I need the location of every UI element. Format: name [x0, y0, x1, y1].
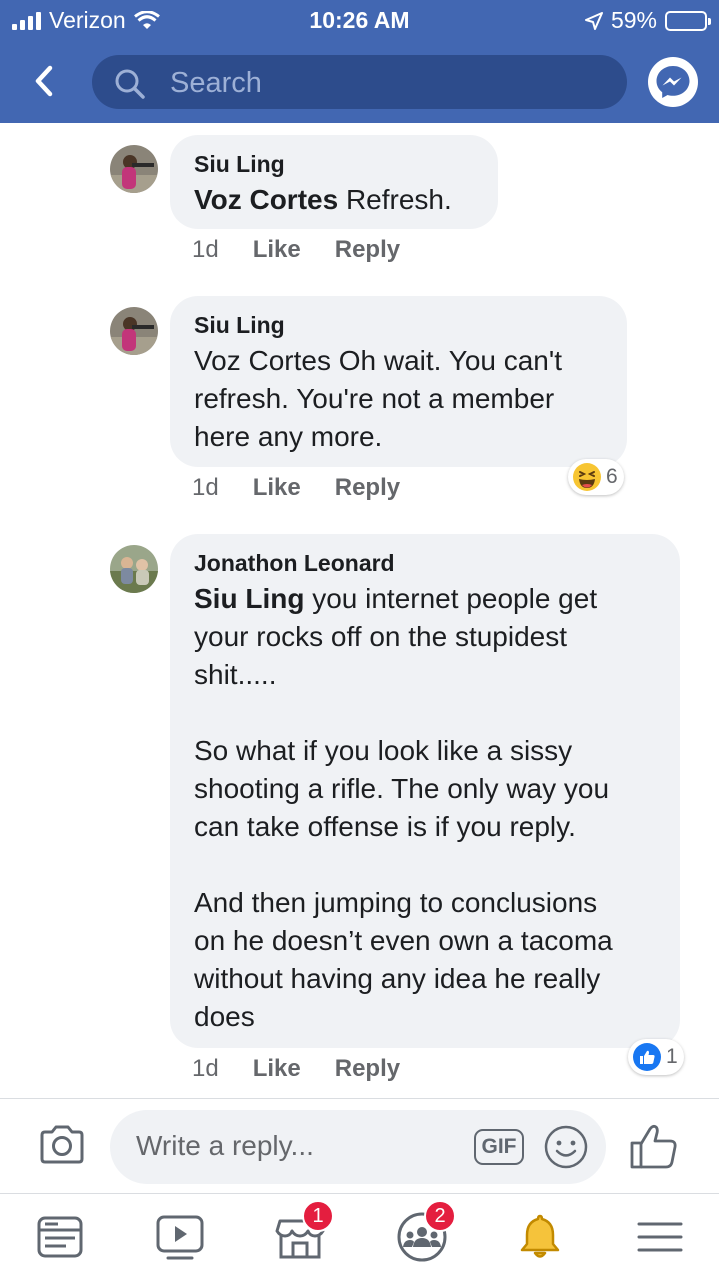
- comment-time: 1d: [192, 236, 219, 263]
- reaction-summary[interactable]: 6: [568, 459, 624, 495]
- tab-menu[interactable]: [630, 1207, 690, 1267]
- comment-mention[interactable]: Siu Ling: [194, 583, 304, 614]
- reply-placeholder: Write a reply...: [136, 1130, 314, 1161]
- comment-mention[interactable]: Voz Cortes: [194, 184, 338, 215]
- messenger-button[interactable]: [648, 57, 698, 107]
- like-icon: [633, 1043, 661, 1071]
- comment-body: Voz Cortes Oh wait. You can't refresh. Y…: [194, 345, 563, 452]
- messenger-icon: [656, 66, 690, 98]
- tab-news-feed[interactable]: [30, 1207, 90, 1267]
- reaction-count: 6: [606, 465, 618, 488]
- search-input[interactable]: Search: [92, 55, 627, 109]
- tab-groups[interactable]: 2: [392, 1200, 456, 1267]
- reply-link[interactable]: Reply: [335, 474, 400, 502]
- status-right: 59%: [584, 7, 711, 34]
- haha-icon: [573, 463, 601, 491]
- comment-bubble: Siu Ling Voz Cortes Oh wait. You can't r…: [170, 296, 627, 467]
- avatar[interactable]: [110, 145, 158, 193]
- comment-body: you internet people get your rocks off o…: [194, 583, 613, 1032]
- tab-notifications[interactable]: [510, 1207, 570, 1267]
- like-link[interactable]: Like: [253, 236, 301, 264]
- back-arrow-icon: [35, 65, 53, 97]
- reply-link[interactable]: Reply: [335, 1055, 400, 1083]
- reply-composer: Write a reply... GIF: [0, 1098, 719, 1194]
- camera-button[interactable]: [38, 1121, 86, 1169]
- thumbs-up-button[interactable]: [628, 1121, 680, 1173]
- comment-text: Voz Cortes Refresh.: [194, 181, 452, 219]
- location-arrow-icon: [584, 11, 603, 30]
- comment-time: 1d: [192, 1055, 219, 1082]
- bottom-tab-bar: 1 2: [0, 1195, 719, 1279]
- comment-body: Refresh.: [338, 184, 452, 215]
- tab-marketplace[interactable]: 1: [270, 1200, 334, 1267]
- reaction-count: 1: [666, 1045, 678, 1068]
- like-link[interactable]: Like: [253, 474, 301, 502]
- smiley-icon: [544, 1125, 588, 1169]
- comment-actions: 1d Like Reply: [192, 1055, 400, 1083]
- camera-icon: [40, 1125, 84, 1164]
- comment-time: 1d: [192, 474, 219, 501]
- profile-photo-icon: [110, 545, 158, 593]
- comment-bubble: Jonathon Leonard Siu Ling you internet p…: [170, 534, 680, 1048]
- notification-badge: 2: [424, 1200, 456, 1232]
- back-button[interactable]: [28, 62, 62, 102]
- comment-text: Siu Ling you internet people get your ro…: [194, 580, 613, 1036]
- hamburger-menu-icon: [637, 1222, 683, 1252]
- comment-author[interactable]: Jonathon Leonard: [194, 550, 395, 577]
- avatar[interactable]: [110, 545, 158, 593]
- bell-icon: [520, 1214, 560, 1258]
- reply-link[interactable]: Reply: [335, 236, 400, 264]
- tab-watch[interactable]: [150, 1207, 210, 1267]
- emoji-button[interactable]: [543, 1124, 589, 1170]
- comment-actions: 1d Like Reply: [192, 474, 400, 502]
- reply-input[interactable]: Write a reply... GIF: [110, 1110, 606, 1184]
- comment-actions: 1d Like Reply: [192, 236, 400, 264]
- battery-icon: [665, 10, 711, 31]
- notification-badge: 1: [302, 1200, 334, 1232]
- comment-bubble: Siu Ling Voz Cortes Refresh.: [170, 135, 498, 229]
- reaction-summary[interactable]: 1: [628, 1039, 684, 1075]
- search-placeholder: Search: [170, 67, 262, 99]
- profile-photo-icon: [110, 145, 158, 193]
- status-bar: Verizon 10:26 AM 59%: [0, 0, 719, 40]
- battery-percent: 59%: [610, 7, 657, 33]
- watch-video-icon: [156, 1215, 204, 1260]
- like-link[interactable]: Like: [253, 1055, 301, 1083]
- news-feed-icon: [37, 1216, 83, 1258]
- avatar[interactable]: [110, 307, 158, 355]
- thumbs-up-icon: [630, 1124, 677, 1169]
- profile-photo-icon: [110, 307, 158, 355]
- comment-author[interactable]: Siu Ling: [194, 312, 285, 339]
- gif-button[interactable]: GIF: [474, 1129, 524, 1165]
- top-header: Verizon 10:26 AM 59% Search: [0, 0, 719, 123]
- search-icon: [115, 69, 145, 99]
- comment-author[interactable]: Siu Ling: [194, 151, 285, 178]
